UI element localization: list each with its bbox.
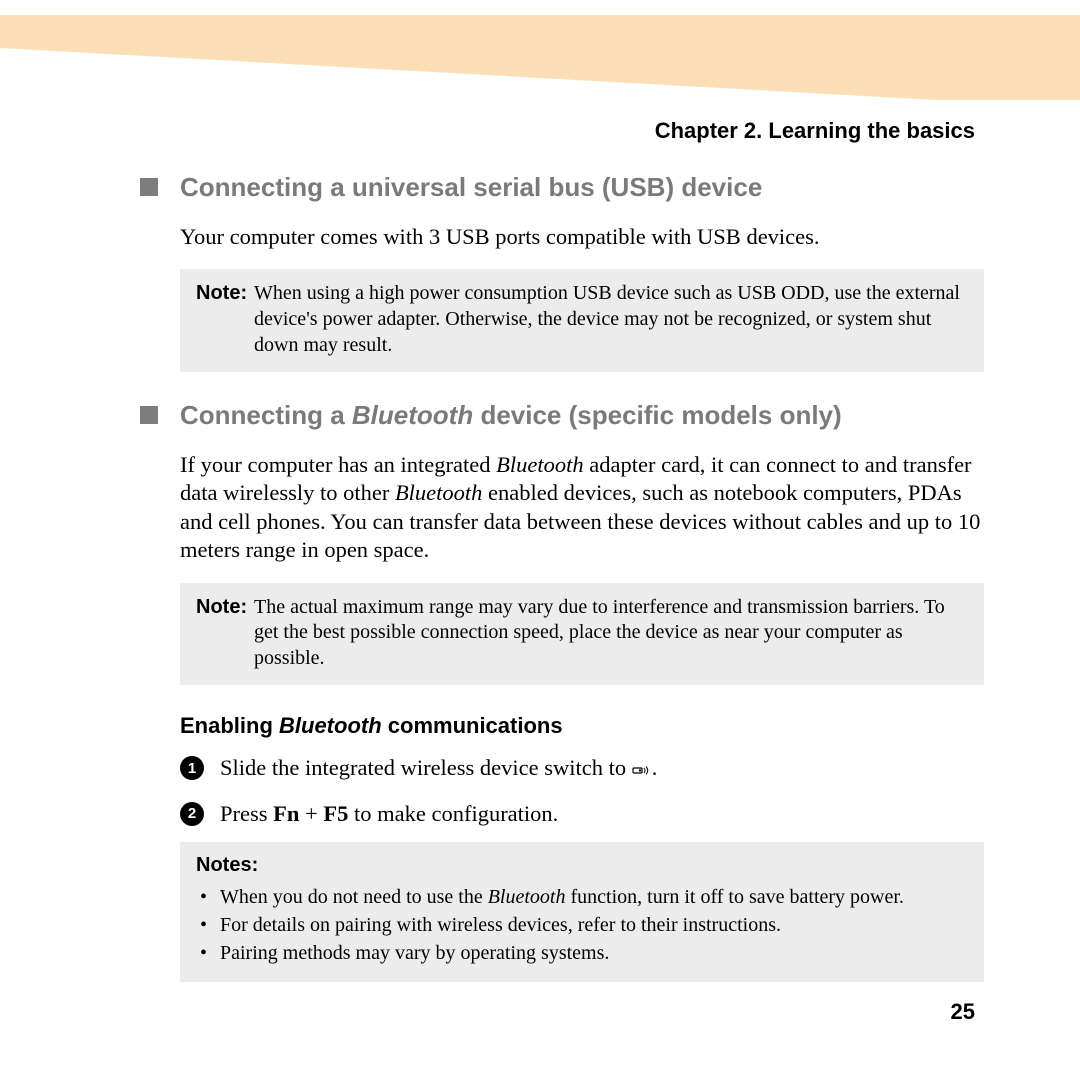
title-italic: Bluetooth [352, 400, 473, 430]
step-number-icon: 2 [180, 802, 204, 826]
notes-list: When you do not need to use the Bluetoot… [196, 884, 968, 966]
header-wedge [0, 48, 1080, 108]
note-part: function, turn it off to save battery po… [565, 886, 903, 908]
step-text: Press Fn + F5 to make configuration. [220, 799, 984, 828]
step-1: 1 Slide the integrated wireless device s… [180, 753, 984, 784]
page-number: 25 [951, 999, 975, 1025]
step-text: Slide the integrated wireless device swi… [220, 753, 984, 784]
step-number-icon: 1 [180, 756, 204, 780]
note-item: For details on pairing with wireless dev… [220, 912, 968, 938]
note-text: The actual maximum range may vary due to… [254, 595, 968, 672]
chapter-title: Chapter 2. Learning the basics [655, 118, 975, 144]
subhead-italic: Bluetooth [279, 713, 382, 738]
step-part: . [652, 755, 658, 780]
subsection-title: Enabling Bluetooth communications [180, 713, 984, 739]
note-item: When you do not need to use the Bluetoot… [220, 884, 968, 910]
step-part: Press [220, 801, 273, 826]
note-label: Note: [196, 595, 254, 672]
step-part: Slide the integrated wireless device swi… [220, 755, 632, 780]
note-item: Pairing methods may vary by operating sy… [220, 940, 968, 966]
step-part: + [299, 801, 323, 826]
square-bullet-icon [140, 406, 158, 424]
wireless-switch-icon [632, 755, 652, 784]
note-part: When you do not need to use the [220, 886, 488, 908]
step-2: 2 Press Fn + F5 to make configuration. [180, 799, 984, 828]
note-text: When using a high power consumption USB … [254, 281, 968, 358]
note-label: Note: [196, 281, 254, 358]
note-box-bluetooth: Note: The actual maximum range may vary … [180, 583, 984, 686]
body-part: If your computer has an integrated [180, 452, 496, 477]
step-part: to make configuration. [348, 801, 558, 826]
body-italic: Bluetooth [395, 480, 482, 505]
notes-box: Notes: When you do not need to use the B… [180, 842, 984, 982]
key-name: F5 [323, 801, 348, 826]
section-title: Connecting a universal serial bus (USB) … [180, 172, 762, 203]
title-part: Connecting a [180, 400, 352, 430]
title-part: device (specific models only) [473, 400, 841, 430]
section-body-usb: Your computer comes with 3 USB ports com… [180, 223, 984, 251]
subhead-part: Enabling [180, 713, 279, 738]
body-italic: Bluetooth [496, 452, 583, 477]
section-heading-bluetooth: Connecting a Bluetooth device (specific … [140, 400, 984, 431]
document-page: Chapter 2. Learning the basics Connectin… [0, 0, 1080, 1080]
note-italic: Bluetooth [488, 886, 566, 908]
subhead-part: communications [382, 713, 563, 738]
key-name: Fn [273, 801, 299, 826]
section-title: Connecting a Bluetooth device (specific … [180, 400, 842, 431]
section-heading-usb: Connecting a universal serial bus (USB) … [140, 172, 984, 203]
section-body-bluetooth: If your computer has an integrated Bluet… [180, 451, 984, 564]
note-box-usb: Note: When using a high power consumptio… [180, 269, 984, 372]
content-area: Connecting a universal serial bus (USB) … [142, 172, 984, 982]
notes-heading: Notes: [196, 852, 968, 878]
square-bullet-icon [140, 178, 158, 196]
